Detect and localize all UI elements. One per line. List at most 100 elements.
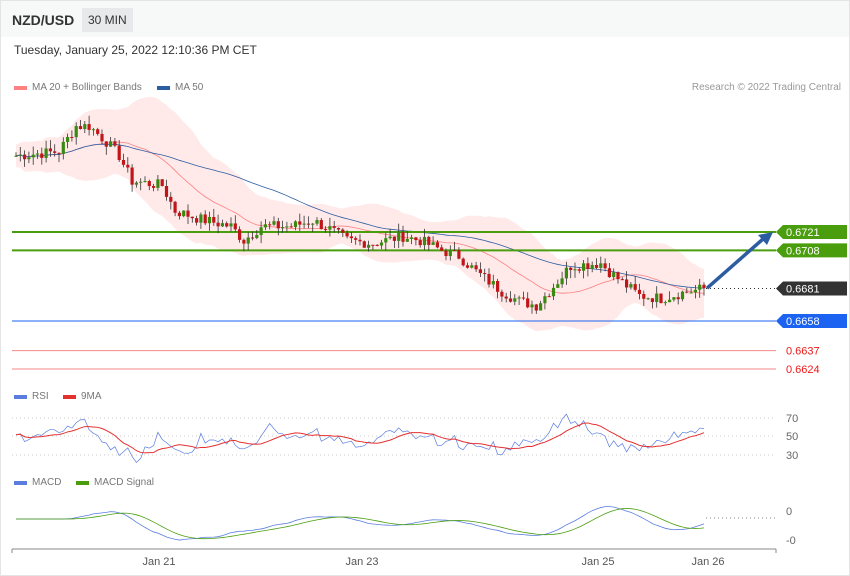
- candle-body: [478, 269, 482, 274]
- candle-body: [57, 152, 61, 154]
- candle-body: [14, 155, 18, 157]
- candle-body: [242, 239, 246, 244]
- candle-body: [491, 281, 495, 285]
- candle-body: [302, 223, 306, 225]
- candle-body: [104, 141, 108, 147]
- candle-body: [547, 296, 551, 298]
- candle-body: [500, 291, 504, 297]
- candle-body: [164, 185, 169, 197]
- candle-body: [345, 232, 349, 237]
- candle-body: [375, 244, 379, 246]
- candle-body: [35, 153, 40, 155]
- candle-body: [91, 129, 95, 131]
- macd-signal-line: [16, 508, 705, 540]
- candle-body: [61, 141, 65, 154]
- candle-body: [328, 226, 332, 230]
- candle-body: [564, 267, 568, 279]
- candle-body: [453, 249, 457, 251]
- candle-body: [616, 272, 620, 280]
- candle-body: [272, 221, 276, 225]
- candle-body: [156, 179, 160, 188]
- candle-body: [152, 186, 156, 188]
- candle-body: [362, 241, 366, 248]
- candle-body: [508, 298, 513, 302]
- forecast-arrow: [705, 237, 765, 290]
- candle-body: [405, 238, 409, 242]
- candle-body: [332, 226, 336, 228]
- candle-body: [642, 293, 646, 299]
- level-label-0.6681: 0.6681: [786, 284, 820, 296]
- candle-body: [414, 237, 418, 241]
- candle-body: [74, 126, 78, 138]
- candle-body: [685, 291, 689, 293]
- candle-body: [319, 220, 323, 230]
- candle-body: [582, 263, 586, 271]
- candle-body: [650, 298, 654, 303]
- candle-body: [173, 201, 177, 213]
- candle-body: [233, 223, 237, 230]
- candle-body: [48, 148, 52, 152]
- candle-body: [220, 223, 224, 227]
- candle-body: [625, 279, 629, 288]
- candle-body: [448, 249, 452, 257]
- candle-body: [517, 297, 521, 299]
- candle-body: [238, 229, 242, 240]
- candle-body: [207, 216, 212, 224]
- candle-body: [603, 263, 607, 269]
- candle-body: [388, 236, 392, 239]
- candle-body: [113, 141, 117, 146]
- candle-body: [668, 299, 672, 303]
- candle-body: [100, 133, 104, 142]
- candle-body: [255, 234, 259, 239]
- candle-body: [371, 244, 375, 246]
- candle-body: [87, 124, 91, 130]
- chart-widget: NZD/USD 30 MIN Tuesday, January 25, 2022…: [0, 0, 850, 576]
- candle-body: [461, 258, 465, 266]
- rsi-tick: 70: [786, 413, 798, 425]
- rsi-tick: 50: [786, 431, 798, 443]
- candle-body: [109, 141, 113, 147]
- x-tick-label: Jan 21: [142, 556, 175, 568]
- candle-body: [216, 222, 220, 227]
- candle-body: [573, 269, 577, 271]
- candle-body: [134, 182, 138, 185]
- macd-tick: -0: [786, 535, 796, 547]
- candle-body: [246, 237, 250, 244]
- candle-body: [203, 214, 207, 224]
- candle-body: [612, 272, 616, 278]
- candle-body: [470, 265, 474, 268]
- candle-body: [229, 223, 233, 227]
- candle-body: [311, 223, 315, 225]
- candle-body: [66, 136, 70, 142]
- candle-body: [680, 291, 685, 300]
- candle-body: [182, 210, 186, 217]
- macd-line: [16, 506, 705, 541]
- candle-body: [521, 297, 525, 299]
- candle-body: [530, 304, 534, 308]
- candle-body: [607, 268, 611, 278]
- candle-body: [594, 264, 599, 268]
- candle-body: [44, 148, 48, 158]
- candle-body: [599, 263, 603, 268]
- level-label-0.6658: 0.6658: [786, 316, 820, 328]
- candle-body: [190, 216, 194, 219]
- candle-body: [263, 224, 267, 228]
- candle-body: [483, 273, 487, 275]
- candle-body: [474, 265, 478, 270]
- candle-body: [139, 181, 143, 183]
- level-label-0.6637: 0.6637: [786, 346, 820, 358]
- candle-body: [27, 157, 31, 160]
- candle-body: [401, 232, 405, 242]
- candle-body: [556, 284, 560, 288]
- candle-body: [465, 265, 470, 268]
- candle-body: [285, 226, 289, 228]
- candle-body: [195, 218, 199, 223]
- candle-body: [672, 297, 676, 300]
- candle-body: [504, 296, 508, 299]
- x-tick-label: Jan 23: [345, 556, 378, 568]
- candle-body: [250, 237, 255, 239]
- candle-body: [212, 216, 216, 223]
- candle-body: [431, 242, 435, 245]
- candle-body: [324, 229, 328, 231]
- candle-body: [698, 284, 702, 290]
